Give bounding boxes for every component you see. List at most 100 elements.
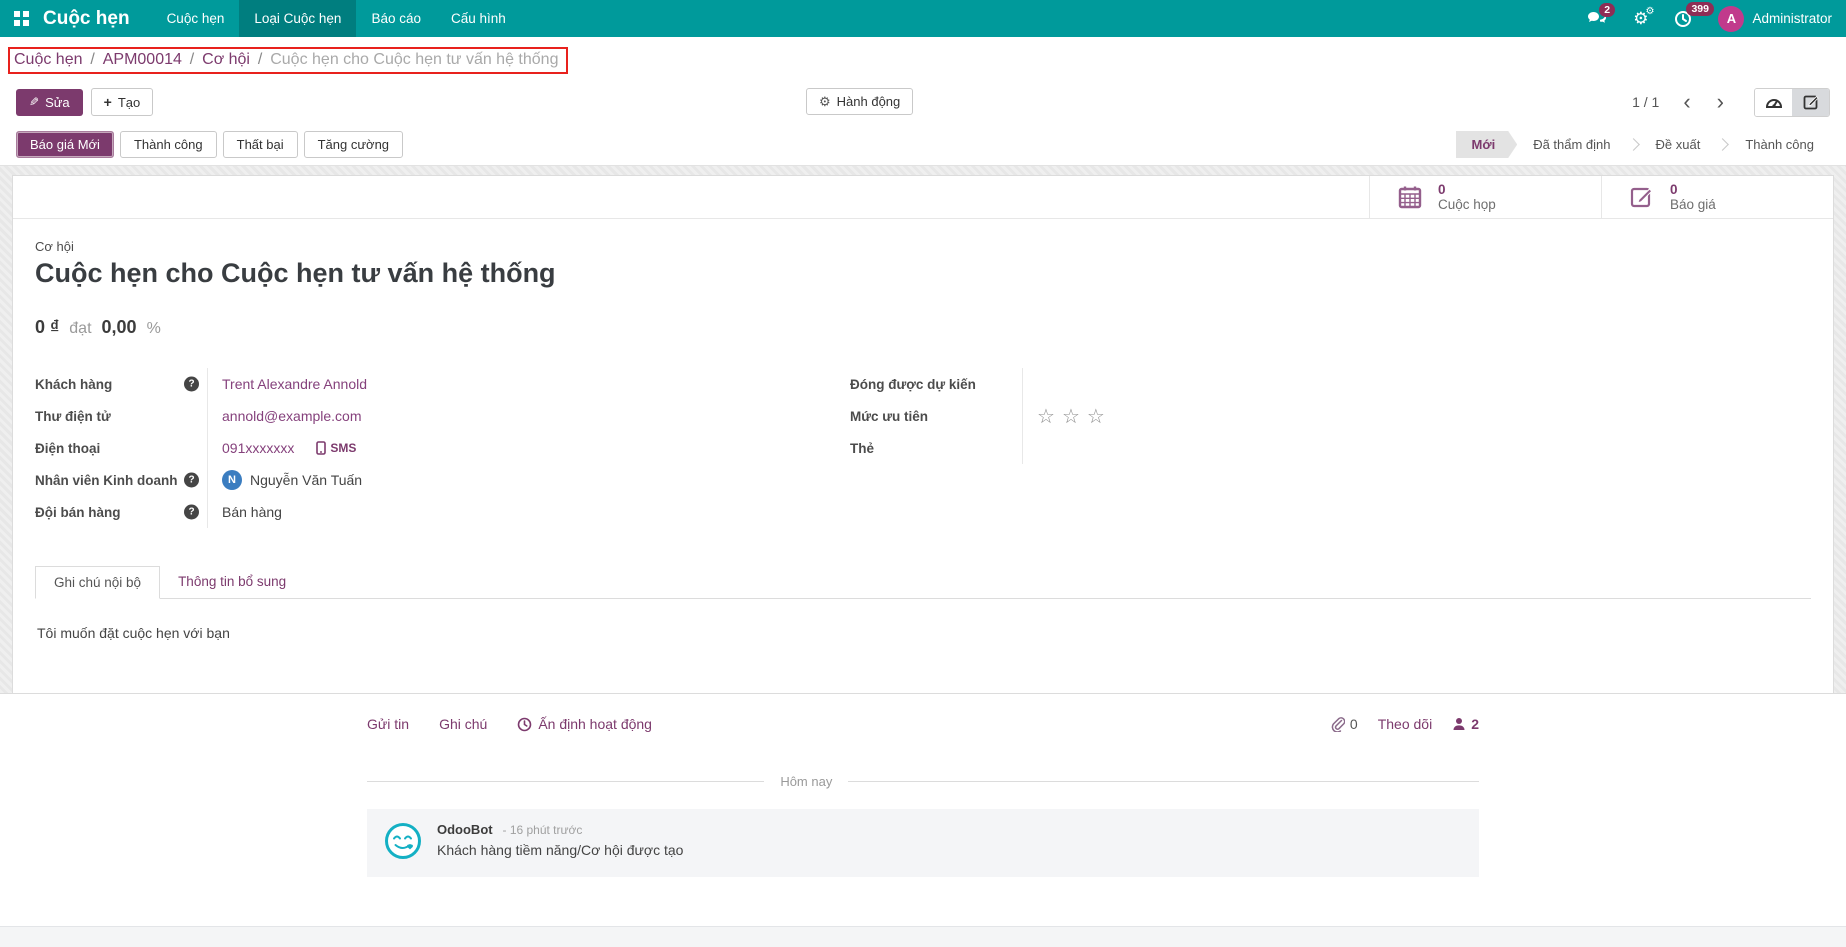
breadcrumb-current: Cuộc hẹn cho Cuộc hẹn tư vấn hệ thống	[270, 51, 559, 68]
customer-link[interactable]: Trent Alexandre Annold	[222, 376, 367, 392]
sms-button[interactable]: SMS	[316, 441, 356, 455]
nav-item-bao-cao[interactable]: Báo cáo	[356, 0, 436, 37]
probability-unit: %	[146, 320, 161, 337]
expected-closing-value[interactable]	[1022, 368, 1595, 400]
salesperson-name[interactable]: Nguyễn Văn Tuấn	[250, 472, 362, 488]
currency-symbol: ₫	[50, 317, 60, 337]
field-tags: Thẻ	[850, 432, 1595, 464]
plus-icon: +	[103, 94, 112, 110]
breadcrumb-link-opportunity[interactable]: Cơ hội	[202, 51, 250, 68]
follow-button[interactable]: Theo dõi	[1378, 716, 1432, 732]
field-customer: Khách hàng? Trent Alexandre Annold	[35, 368, 780, 400]
top-navbar: Cuộc hẹn Cuộc hẹn Loại Cuộc hẹn Báo cáo …	[0, 0, 1846, 37]
meetings-label: Cuộc họp	[1438, 197, 1496, 212]
edit-button[interactable]: ✎ Sửa	[16, 88, 83, 116]
fields-grid: Khách hàng? Trent Alexandre Annold Thư đ…	[35, 368, 1595, 528]
field-email: Thư điện tử annold@example.com	[35, 400, 780, 432]
view-switcher	[1754, 87, 1830, 117]
quotations-stat-button[interactable]: 0 Báo giá	[1601, 176, 1833, 218]
create-button[interactable]: + Tạo	[90, 88, 154, 116]
date-divider-label: Hôm nay	[780, 774, 833, 789]
follower-count: 2	[1471, 716, 1479, 732]
help-icon[interactable]: ?	[184, 504, 199, 520]
star-icon[interactable]: ☆	[1037, 404, 1055, 429]
help-icon[interactable]: ?	[184, 376, 199, 392]
star-icon[interactable]: ☆	[1062, 404, 1080, 429]
pencil-icon: ✎	[29, 95, 40, 109]
action-button[interactable]: ⚙ Hành động	[806, 88, 914, 115]
tab-internal-notes[interactable]: Ghi chú nội bộ	[35, 566, 161, 599]
breadcrumb-link-app[interactable]: Cuộc hẹn	[14, 51, 83, 68]
star-icon[interactable]: ☆	[1087, 404, 1105, 429]
form-sheet: 0 Cuộc họp 0 Báo giá Cơ hội Cuộc hẹn cho…	[12, 175, 1834, 693]
email-link[interactable]: annold@example.com	[222, 408, 362, 424]
stage-qualified[interactable]: Đã thẩm định	[1517, 131, 1626, 158]
nav-item-cuoc-hen[interactable]: Cuộc hẹn	[152, 0, 240, 37]
stage-pipeline: Mới Đã thẩm định Đề xuất Thành công	[1456, 131, 1831, 158]
attachment-count: 0	[1349, 716, 1358, 732]
field-priority: Mức ưu tiên ☆ ☆ ☆	[850, 400, 1595, 432]
messages-icon[interactable]: 2	[1587, 3, 1616, 26]
paperclip-icon	[1331, 717, 1345, 732]
status-button-won[interactable]: Thành công	[119, 131, 217, 158]
nav-item-cau-hinh[interactable]: Cấu hình	[436, 0, 521, 37]
followers-button[interactable]: 2	[1452, 716, 1479, 732]
chatter-message[interactable]: OdooBot - 16 phút trước Khách hàng tiềm …	[367, 809, 1479, 877]
schedule-activity-button[interactable]: Ấn định hoạt động	[517, 716, 652, 732]
dashboard-view-icon[interactable]	[1755, 88, 1792, 116]
pager-previous-icon[interactable]: ‹	[1675, 91, 1698, 113]
log-note-button[interactable]: Ghi chú	[439, 716, 487, 732]
breadcrumb-link-record[interactable]: APM00014	[103, 51, 182, 68]
apps-menu-icon[interactable]	[14, 11, 29, 26]
form-view-icon[interactable]	[1792, 88, 1829, 116]
opportunity-title: Cuộc hẹn cho Cuộc hẹn tư vấn hệ thống	[35, 258, 556, 288]
page-footer	[0, 926, 1846, 947]
pager-next-icon[interactable]: ›	[1709, 91, 1732, 113]
send-message-button[interactable]: Gửi tin	[367, 716, 409, 732]
tab-extra-info[interactable]: Thông tin bổ sung	[160, 566, 304, 598]
field-expected-closing: Đóng được dự kiến	[850, 368, 1595, 400]
field-phone: Điện thoại 091xxxxxxx SMS	[35, 432, 780, 464]
user-avatar: A	[1718, 5, 1745, 32]
notebook-tabs: Ghi chú nội bộ Thông tin bổ sung	[35, 566, 1811, 599]
clock-icon	[518, 717, 532, 731]
expected-revenue: 0 ₫	[35, 317, 60, 337]
activities-badge: 399	[1686, 1, 1714, 16]
breadcrumb-annotation-box: Cuộc hẹn / APM00014 / Cơ hội / Cuộc hẹn …	[8, 47, 569, 74]
settings-gears-icon[interactable]: ⚙ ⚙	[1633, 7, 1654, 28]
stat-button-row: 0 Cuộc họp 0 Báo giá	[13, 176, 1833, 219]
activities-clock-icon[interactable]: 399	[1674, 1, 1714, 28]
app-brand[interactable]: Cuộc hẹn	[43, 8, 130, 30]
odoobot-avatar	[383, 821, 423, 861]
messages-badge: 2	[1599, 3, 1616, 17]
stage-proposition[interactable]: Đề xuất	[1640, 131, 1717, 158]
quotation-icon	[1630, 187, 1653, 208]
salesperson-avatar: N	[222, 470, 242, 490]
pager-counter: 1 / 1	[1632, 94, 1660, 110]
status-button-boost[interactable]: Tăng cường	[303, 131, 404, 158]
message-author[interactable]: OdooBot	[437, 822, 493, 837]
breadcrumb-separator: /	[189, 51, 195, 68]
form-background: 0 Cuộc họp 0 Báo giá Cơ hội Cuộc hẹn cho…	[0, 166, 1846, 693]
stage-separator-icon	[1716, 138, 1730, 151]
probability-value: 0,00	[101, 317, 137, 337]
sales-team-name[interactable]: Bán hàng	[222, 504, 282, 520]
meetings-stat-button[interactable]: 0 Cuộc họp	[1369, 176, 1601, 218]
help-icon[interactable]: ?	[184, 472, 199, 488]
stage-separator-icon	[1626, 138, 1640, 151]
nav-item-loai-cuoc-hen[interactable]: Loại Cuộc hẹn	[239, 0, 357, 37]
user-name: Administrator	[1752, 11, 1832, 26]
user-menu[interactable]: A Administrator	[1718, 5, 1832, 32]
left-field-column: Khách hàng? Trent Alexandre Annold Thư đ…	[35, 368, 780, 528]
status-button-lost[interactable]: Thất bại	[222, 131, 298, 158]
stage-new[interactable]: Mới	[1456, 131, 1518, 158]
revenue-connector: đạt	[69, 320, 92, 337]
stage-won[interactable]: Thành công	[1729, 131, 1830, 158]
record-type-label: Cơ hội	[35, 239, 74, 254]
field-sales-team: Đội bán hàng? Bán hàng	[35, 496, 780, 528]
phone-link[interactable]: 091xxxxxxx	[222, 440, 294, 456]
status-button-new-quotation[interactable]: Báo giá Mới	[16, 131, 114, 158]
attachments-button[interactable]: 0	[1330, 716, 1358, 732]
tags-value[interactable]	[1022, 432, 1595, 464]
priority-stars: ☆ ☆ ☆	[1037, 404, 1105, 429]
